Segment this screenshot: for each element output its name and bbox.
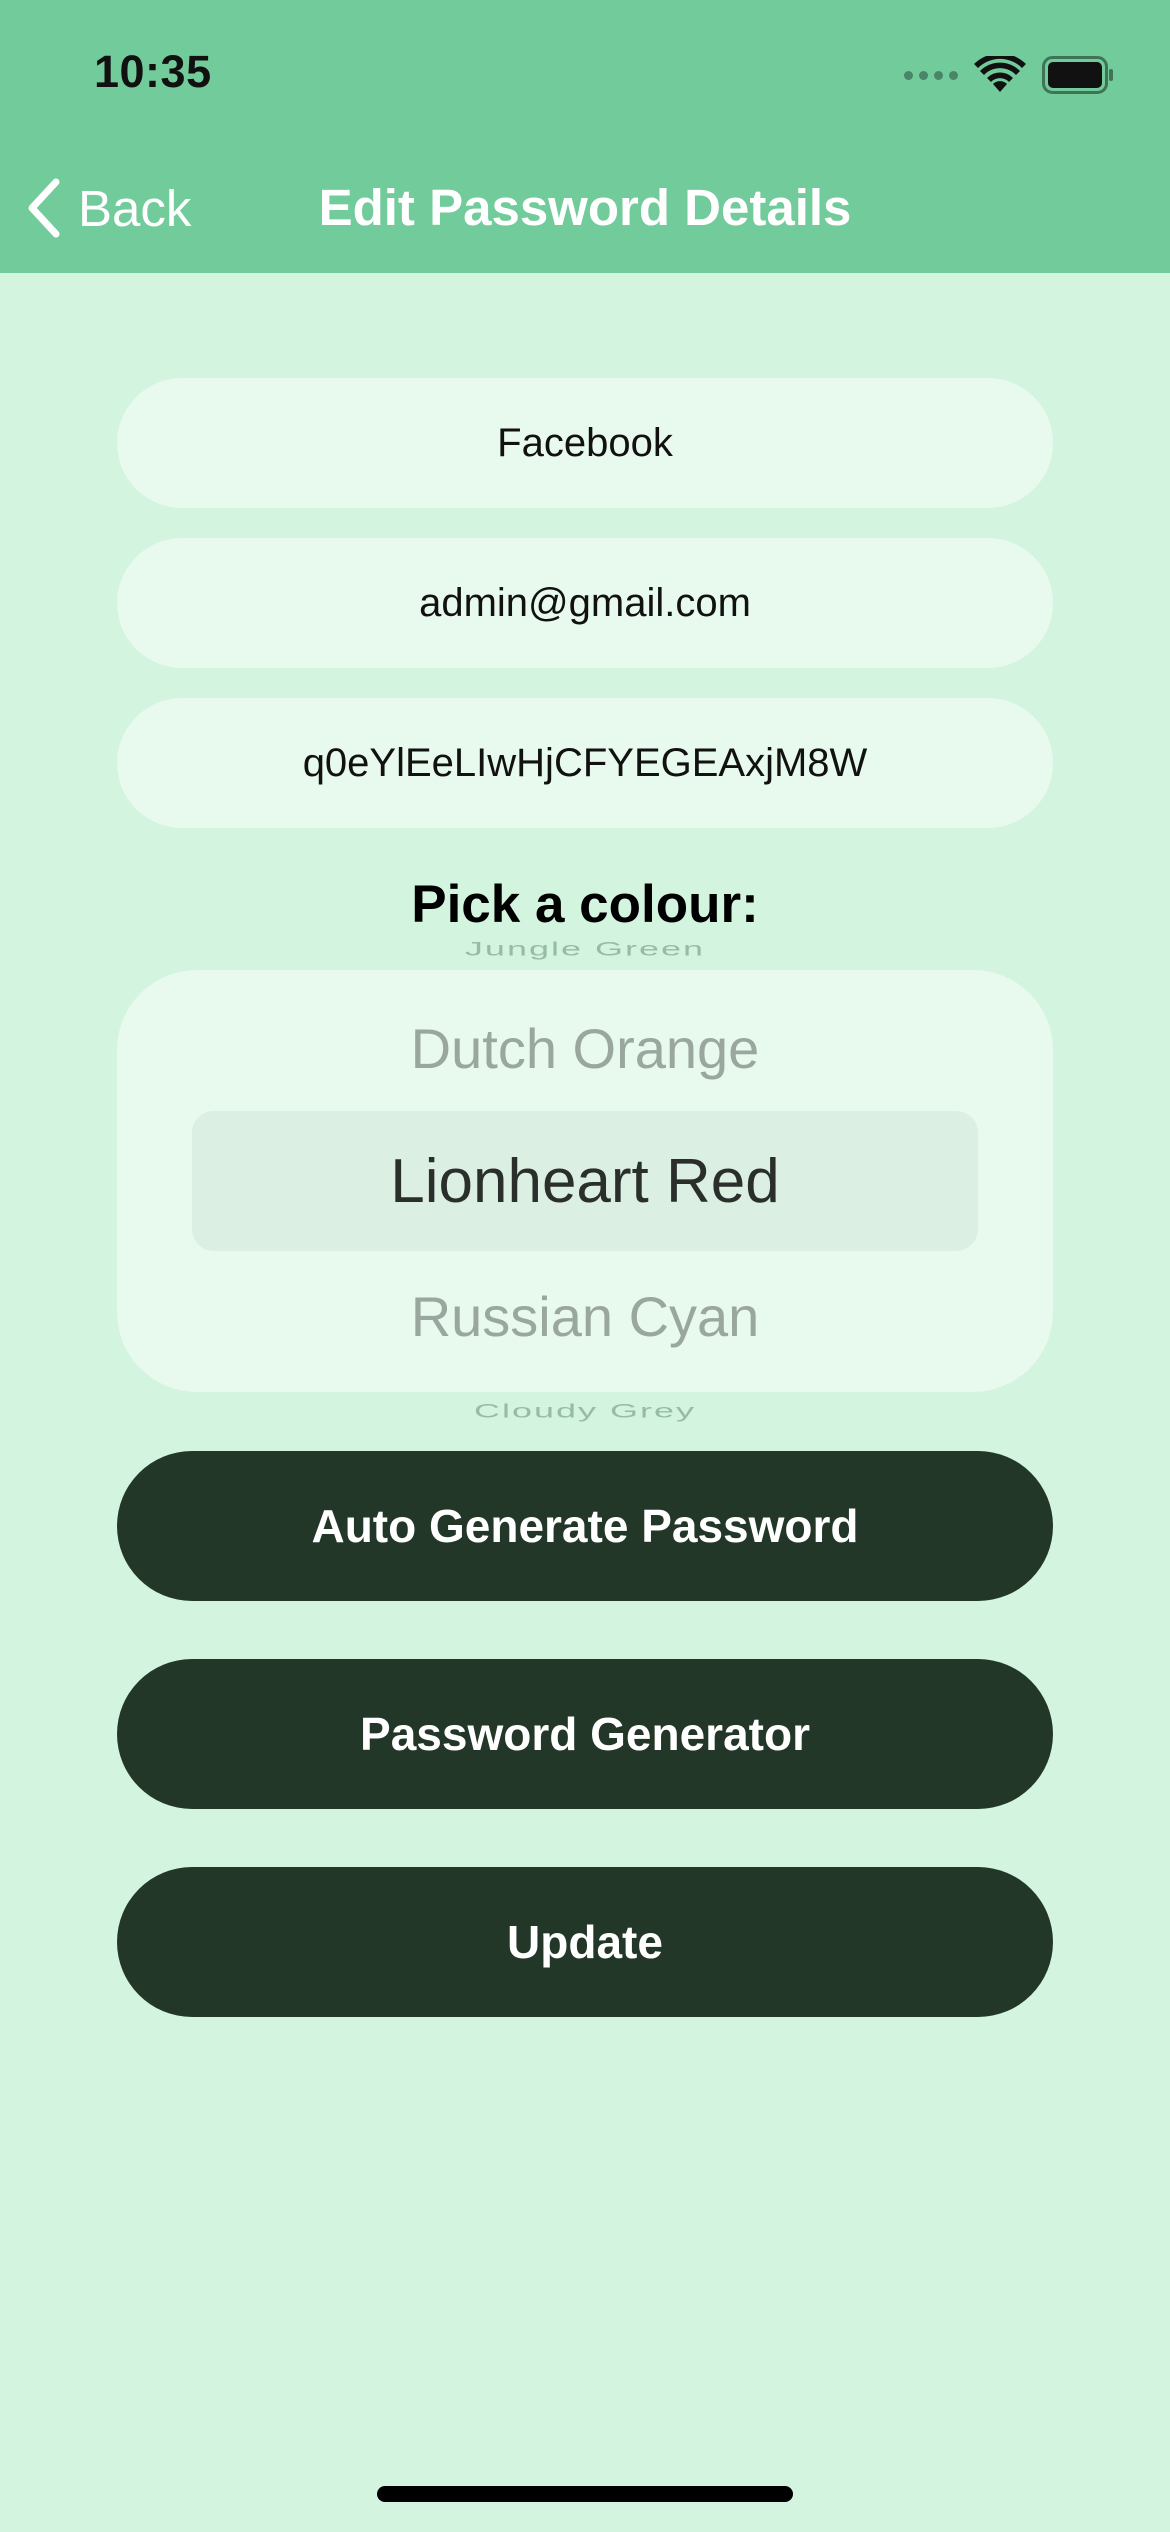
- picker-option-selected[interactable]: Lionheart Red: [117, 1146, 1053, 1217]
- site-name-value: Facebook: [497, 420, 673, 465]
- password-field[interactable]: q0eYlEeLIwHjCFYEGEAxjM8W: [117, 698, 1053, 828]
- home-indicator[interactable]: [377, 2486, 793, 2502]
- email-field[interactable]: admin@gmail.com: [117, 538, 1053, 668]
- auto-generate-password-button[interactable]: Auto Generate Password: [117, 1451, 1053, 1601]
- colour-picker[interactable]: Dutch Orange Lionheart Red Russian Cyan: [117, 970, 1053, 1392]
- navigation-bar: 10:35 Back Edit Password Details: [0, 0, 1170, 273]
- status-icons: [904, 50, 1114, 100]
- battery-icon: [1042, 56, 1114, 94]
- password-generator-button[interactable]: Password Generator: [117, 1659, 1053, 1809]
- picker-option-far-above[interactable]: Jungle Green: [0, 937, 1170, 960]
- picker-option-above[interactable]: Dutch Orange: [117, 1016, 1053, 1081]
- password-value: q0eYlEeLIwHjCFYEGEAxjM8W: [302, 740, 868, 785]
- status-time: 10:35: [94, 46, 212, 97]
- wifi-icon: [974, 56, 1026, 94]
- email-value: admin@gmail.com: [419, 580, 751, 625]
- update-button[interactable]: Update: [117, 1867, 1053, 2017]
- site-name-field[interactable]: Facebook: [117, 378, 1053, 508]
- cellular-signal-icon: [904, 70, 958, 80]
- picker-option-below[interactable]: Russian Cyan: [117, 1284, 1053, 1349]
- colour-picker-label: Pick a colour:: [411, 875, 759, 934]
- screen: 10:35 Back Edit Password Details Faceboo…: [0, 0, 1170, 2532]
- page-title: Edit Password Details: [318, 179, 852, 236]
- picker-option-far-below[interactable]: Cloudy Grey: [0, 1399, 1170, 1422]
